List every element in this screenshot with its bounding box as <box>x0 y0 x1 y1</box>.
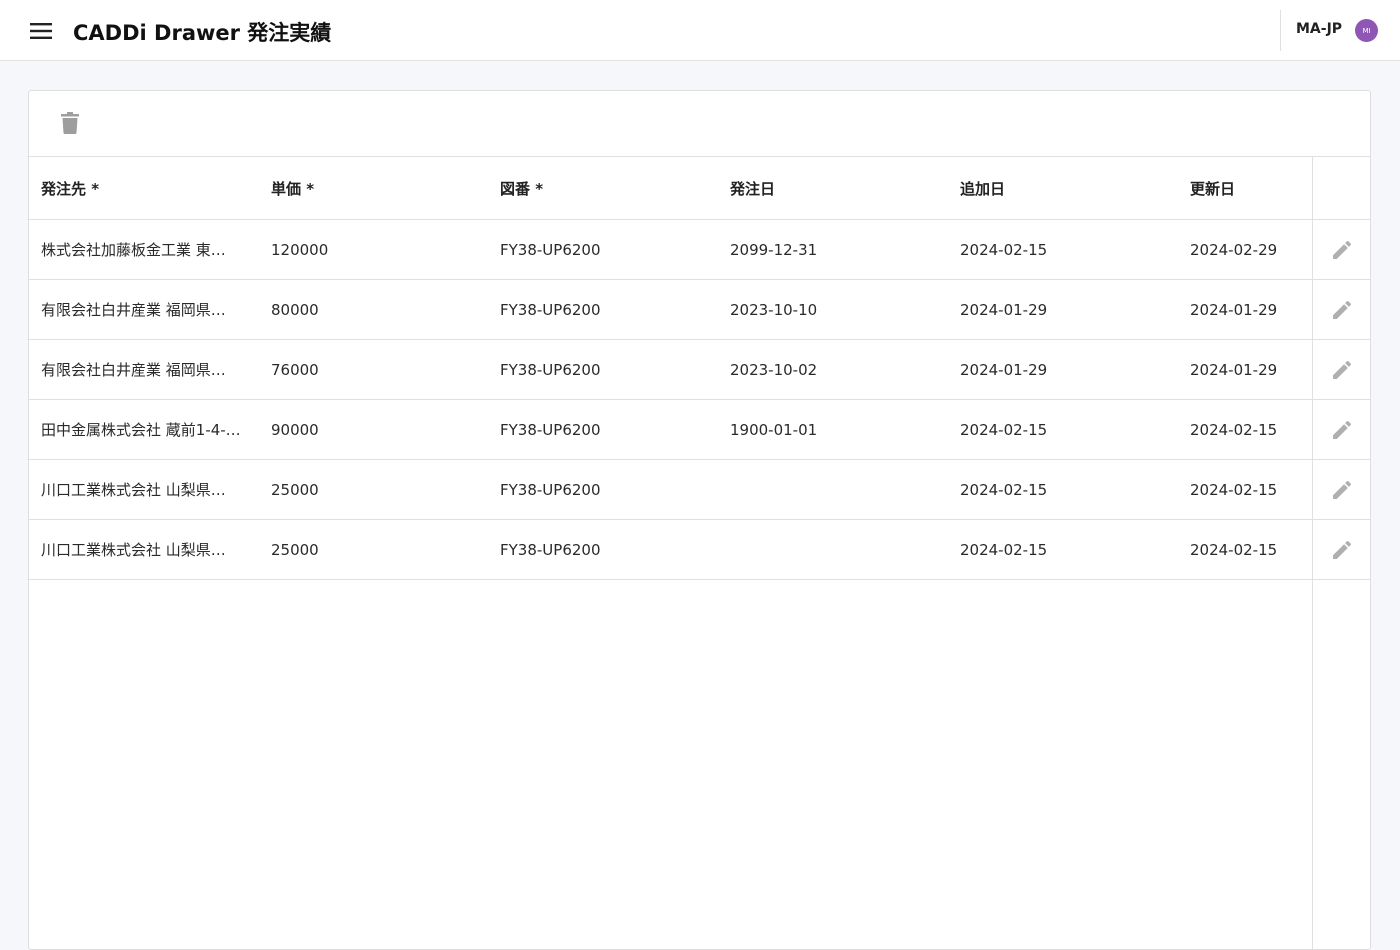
table-toolbar <box>29 91 1370 157</box>
cell-updated-date: 2024-02-15 <box>1190 540 1278 559</box>
cell-added-date: 2024-01-29 <box>960 300 1048 319</box>
hamburger-menu-icon <box>30 23 52 39</box>
cell-unit-price: 90000 <box>271 420 319 439</box>
column-header-updated-date[interactable]: 更新日 <box>1190 157 1310 219</box>
cell-unit-price: 80000 <box>271 300 319 319</box>
page-title: CADDi Drawer 発注実績 <box>73 21 332 45</box>
pencil-icon <box>1333 361 1351 379</box>
table-row[interactable]: 有限会社白井産業 福岡県… 80000 FY38-UP6200 2023-10-… <box>29 280 1370 340</box>
cell-supplier: 川口工業株式会社 山梨県… <box>41 541 226 559</box>
table-row[interactable]: 株式会社加藤板金工業 東… 120000 FY38-UP6200 2099-12… <box>29 220 1370 280</box>
pencil-icon <box>1333 541 1351 559</box>
cell-added-date: 2024-02-15 <box>960 540 1048 559</box>
cell-drawing-number: FY38-UP6200 <box>500 300 601 319</box>
cell-unit-price: 25000 <box>271 540 319 559</box>
edit-row-button[interactable] <box>1328 536 1356 564</box>
table-header: 発注先 * 単価 * 図番 * 発注日 追加日 更新日 <box>29 157 1312 220</box>
pencil-icon <box>1333 301 1351 319</box>
cell-order-date: 2023-10-10 <box>730 300 818 319</box>
cell-drawing-number: FY38-UP6200 <box>500 420 601 439</box>
cell-updated-date: 2024-02-15 <box>1190 480 1278 499</box>
column-header-added-date[interactable]: 追加日 <box>960 157 1170 219</box>
cell-unit-price: 25000 <box>271 480 319 499</box>
cell-updated-date: 2024-01-29 <box>1190 300 1278 319</box>
column-header-unit-price[interactable]: 単価 * <box>271 157 481 219</box>
table-row[interactable]: 川口工業株式会社 山梨県… 25000 FY38-UP6200 2024-02-… <box>29 520 1370 580</box>
cell-supplier: 有限会社白井産業 福岡県… <box>41 361 226 379</box>
cell-updated-date: 2024-02-29 <box>1190 240 1278 259</box>
edit-row-button[interactable] <box>1328 356 1356 384</box>
cell-supplier: 株式会社加藤板金工業 東… <box>41 241 226 259</box>
cell-order-date: 2023-10-02 <box>730 360 818 379</box>
table-header-actions <box>1313 157 1370 220</box>
cell-added-date: 2024-01-29 <box>960 360 1048 379</box>
cell-drawing-number: FY38-UP6200 <box>500 240 601 259</box>
menu-button[interactable] <box>24 14 58 48</box>
cell-added-date: 2024-02-15 <box>960 480 1048 499</box>
table-row[interactable]: 川口工業株式会社 山梨県… 25000 FY38-UP6200 2024-02-… <box>29 460 1370 520</box>
cell-updated-date: 2024-02-15 <box>1190 420 1278 439</box>
cell-order-date: 2099-12-31 <box>730 240 818 259</box>
avatar-initials: MI <box>1362 26 1371 35</box>
cell-order-date <box>730 520 940 579</box>
cell-added-date: 2024-02-15 <box>960 420 1048 439</box>
cell-order-date <box>730 460 940 519</box>
column-header-supplier[interactable]: 発注先 * <box>41 157 251 219</box>
delete-button[interactable] <box>55 108 85 138</box>
edit-row-button[interactable] <box>1328 416 1356 444</box>
trash-icon <box>61 112 79 134</box>
pencil-icon <box>1333 421 1351 439</box>
pencil-icon <box>1333 241 1351 259</box>
app-bar-divider <box>1280 10 1281 51</box>
column-header-drawing-number[interactable]: 図番 * <box>500 157 710 219</box>
cell-supplier: 川口工業株式会社 山梨県… <box>41 481 226 499</box>
cell-drawing-number: FY38-UP6200 <box>500 540 601 559</box>
cell-added-date: 2024-02-15 <box>960 240 1048 259</box>
table-body: 株式会社加藤板金工業 東… 120000 FY38-UP6200 2099-12… <box>29 220 1370 580</box>
cell-supplier: 田中金属株式会社 蔵前1-4-… <box>41 421 241 439</box>
cell-updated-date: 2024-01-29 <box>1190 360 1278 379</box>
cell-order-date: 1900-01-01 <box>730 420 818 439</box>
cell-unit-price: 120000 <box>271 240 329 259</box>
table-row[interactable]: 有限会社白井産業 福岡県… 76000 FY38-UP6200 2023-10-… <box>29 340 1370 400</box>
edit-row-button[interactable] <box>1328 476 1356 504</box>
avatar[interactable]: MI <box>1355 19 1378 42</box>
app-bar: CADDi Drawer 発注実績 MA-JP MI <box>0 0 1400 61</box>
order-history-card: 発注先 * 単価 * 図番 * 発注日 追加日 更新日 株式会社加藤板金工業 東… <box>28 90 1371 950</box>
pencil-icon <box>1333 481 1351 499</box>
cell-drawing-number: FY38-UP6200 <box>500 360 601 379</box>
cell-drawing-number: FY38-UP6200 <box>500 480 601 499</box>
edit-row-button[interactable] <box>1328 296 1356 324</box>
cell-supplier: 有限会社白井産業 福岡県… <box>41 301 226 319</box>
column-header-order-date[interactable]: 発注日 <box>730 157 940 219</box>
user-name[interactable]: MA-JP <box>1296 21 1342 37</box>
edit-row-button[interactable] <box>1328 236 1356 264</box>
cell-unit-price: 76000 <box>271 360 319 379</box>
table-row[interactable]: 田中金属株式会社 蔵前1-4-… 90000 FY38-UP6200 1900-… <box>29 400 1370 460</box>
